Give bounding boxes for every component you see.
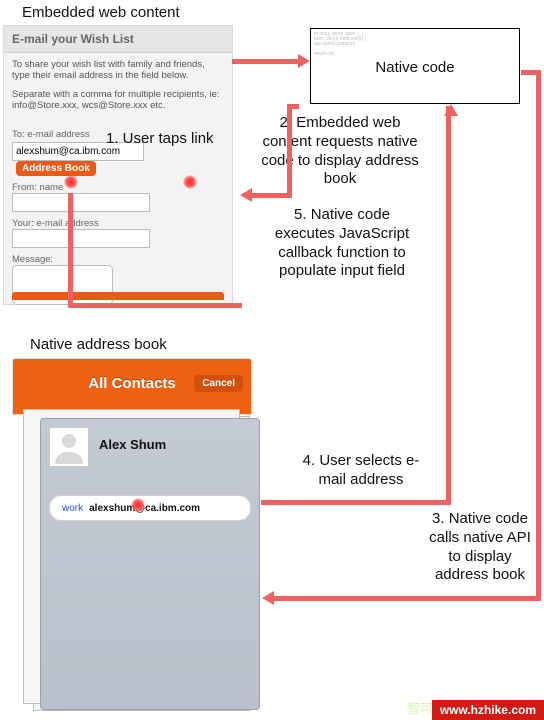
- arrow4-v: [446, 106, 451, 505]
- address-book-button[interactable]: Address Book: [16, 161, 96, 176]
- heading-embedded: Embedded web content: [22, 4, 180, 23]
- address-book-header: All Contacts Cancel: [12, 358, 252, 415]
- contact-name: Alex Shum: [99, 437, 166, 452]
- highlight-dot-link: [183, 175, 197, 189]
- message-label: Message:: [12, 254, 224, 265]
- arrow5-h: [252, 193, 292, 198]
- your-email-input[interactable]: [12, 229, 150, 248]
- step2-label: 2. Embedded web content requests native …: [260, 114, 420, 189]
- arrow5-drop: [68, 193, 73, 306]
- contact-tag: work: [62, 503, 83, 514]
- highlight-dot-input: [64, 175, 78, 189]
- highlight-dot-contact: [131, 498, 145, 512]
- arrow5-drop-h: [68, 303, 242, 308]
- arrow2-head: [298, 54, 310, 68]
- avatar-icon: [49, 427, 89, 467]
- arrow5-h2: [287, 104, 299, 109]
- heading-native-addrbook: Native address book: [30, 336, 167, 355]
- arrow4-h: [261, 500, 451, 505]
- arrow3-v: [536, 70, 541, 600]
- arrow5-v: [287, 104, 292, 198]
- contact-email-row[interactable]: work alexshum@ca.ibm.com: [49, 495, 251, 521]
- arrow5-head: [240, 188, 252, 202]
- arrow3-h: [274, 596, 541, 601]
- watermark-right: www.hzhike.com: [432, 700, 544, 720]
- step4-label: 4. User selects e-mail address: [296, 452, 426, 490]
- arrow3-head: [262, 591, 274, 605]
- embedded-web-panel: E-mail your Wish List To share your wish…: [3, 25, 233, 305]
- cancel-button[interactable]: Cancel: [194, 375, 243, 392]
- form-intro: To share your wish list with family and …: [12, 59, 224, 81]
- step1-label: 1. User taps link: [106, 130, 214, 149]
- arrow4-head: [444, 104, 458, 116]
- step5-label: 5. Native code executes JavaScript callb…: [262, 206, 422, 281]
- native-code-title: Native code: [311, 59, 519, 76]
- from-input[interactable]: [12, 193, 150, 212]
- arrow2: [232, 59, 298, 64]
- submit-bar[interactable]: [12, 292, 224, 300]
- native-code-panel: fn init(){ bind("addr"); } exec cb(v){ f…: [310, 28, 520, 104]
- form-intro2: Separate with a comma for multiple recip…: [12, 89, 224, 111]
- contact-card: Alex Shum work alexshum@ca.ibm.com: [40, 418, 260, 710]
- form-title: E-mail your Wish List: [4, 26, 232, 53]
- step3-label: 3. Native code calls native API to displ…: [424, 510, 536, 585]
- your-email-label: Your: e-mail address: [12, 218, 224, 229]
